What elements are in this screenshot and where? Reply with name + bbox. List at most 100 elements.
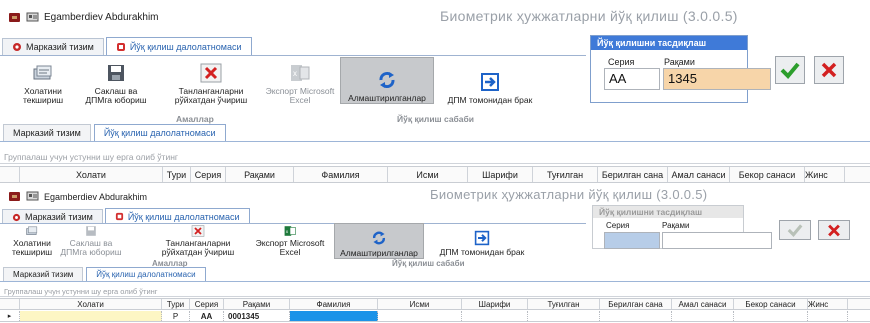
column-status[interactable]: Холати — [20, 299, 162, 309]
cell-action-date[interactable] — [672, 311, 734, 321]
column-status[interactable]: Холати — [20, 167, 163, 182]
column-name[interactable]: Исми — [388, 167, 468, 182]
column-number[interactable]: Рақами — [224, 299, 290, 309]
column-action-date[interactable]: Амал санаси — [668, 167, 730, 182]
replaced-button[interactable]: Алмаштирилганлар — [340, 57, 434, 104]
series-label: Серия — [608, 57, 635, 67]
enter-arrow-icon — [481, 73, 499, 91]
series-input[interactable] — [604, 232, 660, 249]
column-birth[interactable]: Туғилган — [533, 167, 598, 182]
export-excel-label: Экспорт Microsoft Excel — [265, 86, 335, 105]
delete-selected-button[interactable]: Танланганларни рўйхатдан ўчириш — [161, 59, 261, 105]
refresh-arrows-icon — [373, 231, 385, 245]
export-excel-button[interactable]: x Экспорт Microsoft Excel — [265, 59, 335, 105]
doc-tab-destruction-act[interactable]: Йўқ қилиш далолатномаси — [93, 124, 226, 141]
save-send-label: Саклаш ва ДПМга юбориш — [85, 86, 147, 105]
window-top: Egamberdiev Abdurakhim Биометрик ҳужжатл… — [0, 0, 870, 186]
confirm-button[interactable] — [775, 56, 805, 84]
column-surname[interactable]: Фамилия — [290, 299, 378, 309]
column-series[interactable]: Серия — [191, 167, 226, 182]
grid-header: Холати Тури Серия Рақами Фамилия Исми Ша… — [0, 298, 870, 310]
table-row[interactable]: ▸ P AA 0001345 — [0, 311, 870, 322]
user-name: Egamberdiev Abdurakhim — [44, 12, 159, 23]
cell-name[interactable] — [378, 311, 462, 321]
replaced-button[interactable]: Алмаштирилганлар — [334, 223, 424, 259]
dpm-defect-button[interactable]: ДПМ томонидан брак — [430, 225, 534, 257]
status-check-button[interactable]: Холатини текшириш — [8, 225, 56, 257]
cell-issue-date[interactable] — [600, 311, 672, 321]
cell-birth[interactable] — [528, 311, 600, 321]
papers-check-icon — [26, 226, 38, 235]
document-tabs: Марказий тизим Йўқ қилиш далолатномаси — [0, 266, 870, 282]
cell-status[interactable] — [20, 311, 162, 321]
column-gender[interactable]: Жинс — [805, 167, 845, 182]
column-number[interactable]: Рақами — [226, 167, 294, 182]
doc-tab-central-system[interactable]: Марказий тизим — [3, 124, 91, 141]
status-check-label: Холатини текшириш — [11, 238, 53, 257]
title-bar: Egamberdiev Abdurakhim Биометрик ҳужжатл… — [0, 0, 870, 36]
tab-central-system[interactable]: Марказий тизим — [2, 38, 104, 55]
cell-series[interactable]: AA — [190, 311, 224, 321]
export-excel-label: Экспорт Microsoft Excel — [255, 238, 325, 257]
cell-cancel-date[interactable] — [734, 311, 808, 321]
column-issue-date[interactable]: Берилган сана — [598, 167, 668, 182]
column-patronymic[interactable]: Шарифи — [468, 167, 533, 182]
save-send-button[interactable]: Саклаш ва ДПМга юбориш — [58, 225, 124, 257]
replaced-label: Алмаштирилганлар — [340, 248, 418, 258]
column-type[interactable]: Тури — [162, 299, 190, 309]
cell-surname[interactable] — [290, 311, 378, 321]
column-cancel-date[interactable]: Бекор санаси — [734, 299, 808, 309]
excel-icon: x — [291, 65, 310, 81]
group-by-hint: Группалаш учун устунни шу ерга олиб ўтин… — [0, 286, 870, 297]
tab-destruction-act[interactable]: Йўқ қилиш далолатномаси — [105, 37, 252, 55]
red-x-icon — [821, 62, 837, 78]
cell-gender[interactable] — [808, 311, 848, 321]
dpm-defect-button[interactable]: ДПМ томонидан брак — [440, 59, 540, 105]
red-x-icon — [828, 224, 840, 236]
series-label: Серия — [606, 221, 630, 230]
confirm-panel-title: Йўқ қилишни тасдиқлаш — [591, 36, 747, 50]
column-cancel-date[interactable]: Бекор санаси — [730, 167, 805, 182]
tab-central-system[interactable]: Марказий тизим — [2, 209, 103, 224]
cancel-button[interactable] — [818, 220, 850, 240]
column-name[interactable]: Исми — [378, 299, 462, 309]
tab-label: Йўқ қилиш далолатномаси — [129, 41, 242, 52]
column-series[interactable]: Серия — [190, 299, 224, 309]
app-icon — [9, 192, 20, 201]
group-by-hint: Группалаш учун устунни шу ерга олиб ўтин… — [0, 150, 870, 164]
user-card-icon — [26, 12, 39, 22]
export-excel-button[interactable]: x Экспорт Microsoft Excel — [252, 225, 328, 257]
floppy-disk-icon — [108, 65, 124, 81]
papers-check-icon — [33, 65, 52, 80]
number-label: Рақами — [664, 57, 695, 67]
column-birth[interactable]: Туғилган — [528, 299, 600, 309]
column-action-date[interactable]: Амал санаси — [672, 299, 734, 309]
excel-icon: x — [284, 226, 296, 236]
confirm-button[interactable] — [779, 220, 811, 240]
column-issue-date[interactable]: Берилган сана — [600, 299, 672, 309]
number-input[interactable] — [662, 232, 772, 249]
doc-tab-destruction-act[interactable]: Йўқ қилиш далолатномаси — [86, 267, 206, 281]
status-check-label: Холатини текшириш — [22, 86, 64, 105]
delete-selected-button[interactable]: Танланганларни рўйхатдан ўчириш — [148, 225, 248, 257]
status-check-button[interactable]: Холатини текшириш — [20, 59, 66, 105]
cell-number[interactable]: 0001345 — [224, 311, 290, 321]
ribbon-tabs: Марказий тизим Йўқ қилиш далолатномаси — [0, 207, 250, 224]
tab-destruction-act[interactable]: Йўқ қилиш далолатномаси — [104, 208, 250, 224]
save-send-button[interactable]: Саклаш ва ДПМга юбориш — [83, 59, 149, 105]
series-input[interactable]: AA — [604, 68, 660, 90]
red-gear-icon — [12, 213, 21, 221]
cell-patronymic[interactable] — [462, 311, 528, 321]
column-patronymic[interactable]: Шарифи — [462, 299, 528, 309]
window-bottom: Egamberdiev Abdurakhim Биометрик ҳужжатл… — [0, 187, 870, 323]
doc-tab-central-system[interactable]: Марказий тизим — [3, 267, 84, 281]
number-input[interactable]: 1345 — [663, 68, 771, 90]
cell-type[interactable]: P — [162, 311, 190, 321]
document-tabs: Марказий тизим Йўқ қилиш далолатномаси — [0, 123, 870, 142]
column-gender[interactable]: Жинс — [808, 299, 848, 309]
cancel-button[interactable] — [814, 56, 844, 84]
column-type[interactable]: Тури — [163, 167, 191, 182]
column-surname[interactable]: Фамилия — [294, 167, 388, 182]
app-title: Биометрик ҳужжатларни йўқ қилиш (3.0.0.5… — [440, 8, 738, 24]
svg-text:x: x — [293, 69, 297, 78]
